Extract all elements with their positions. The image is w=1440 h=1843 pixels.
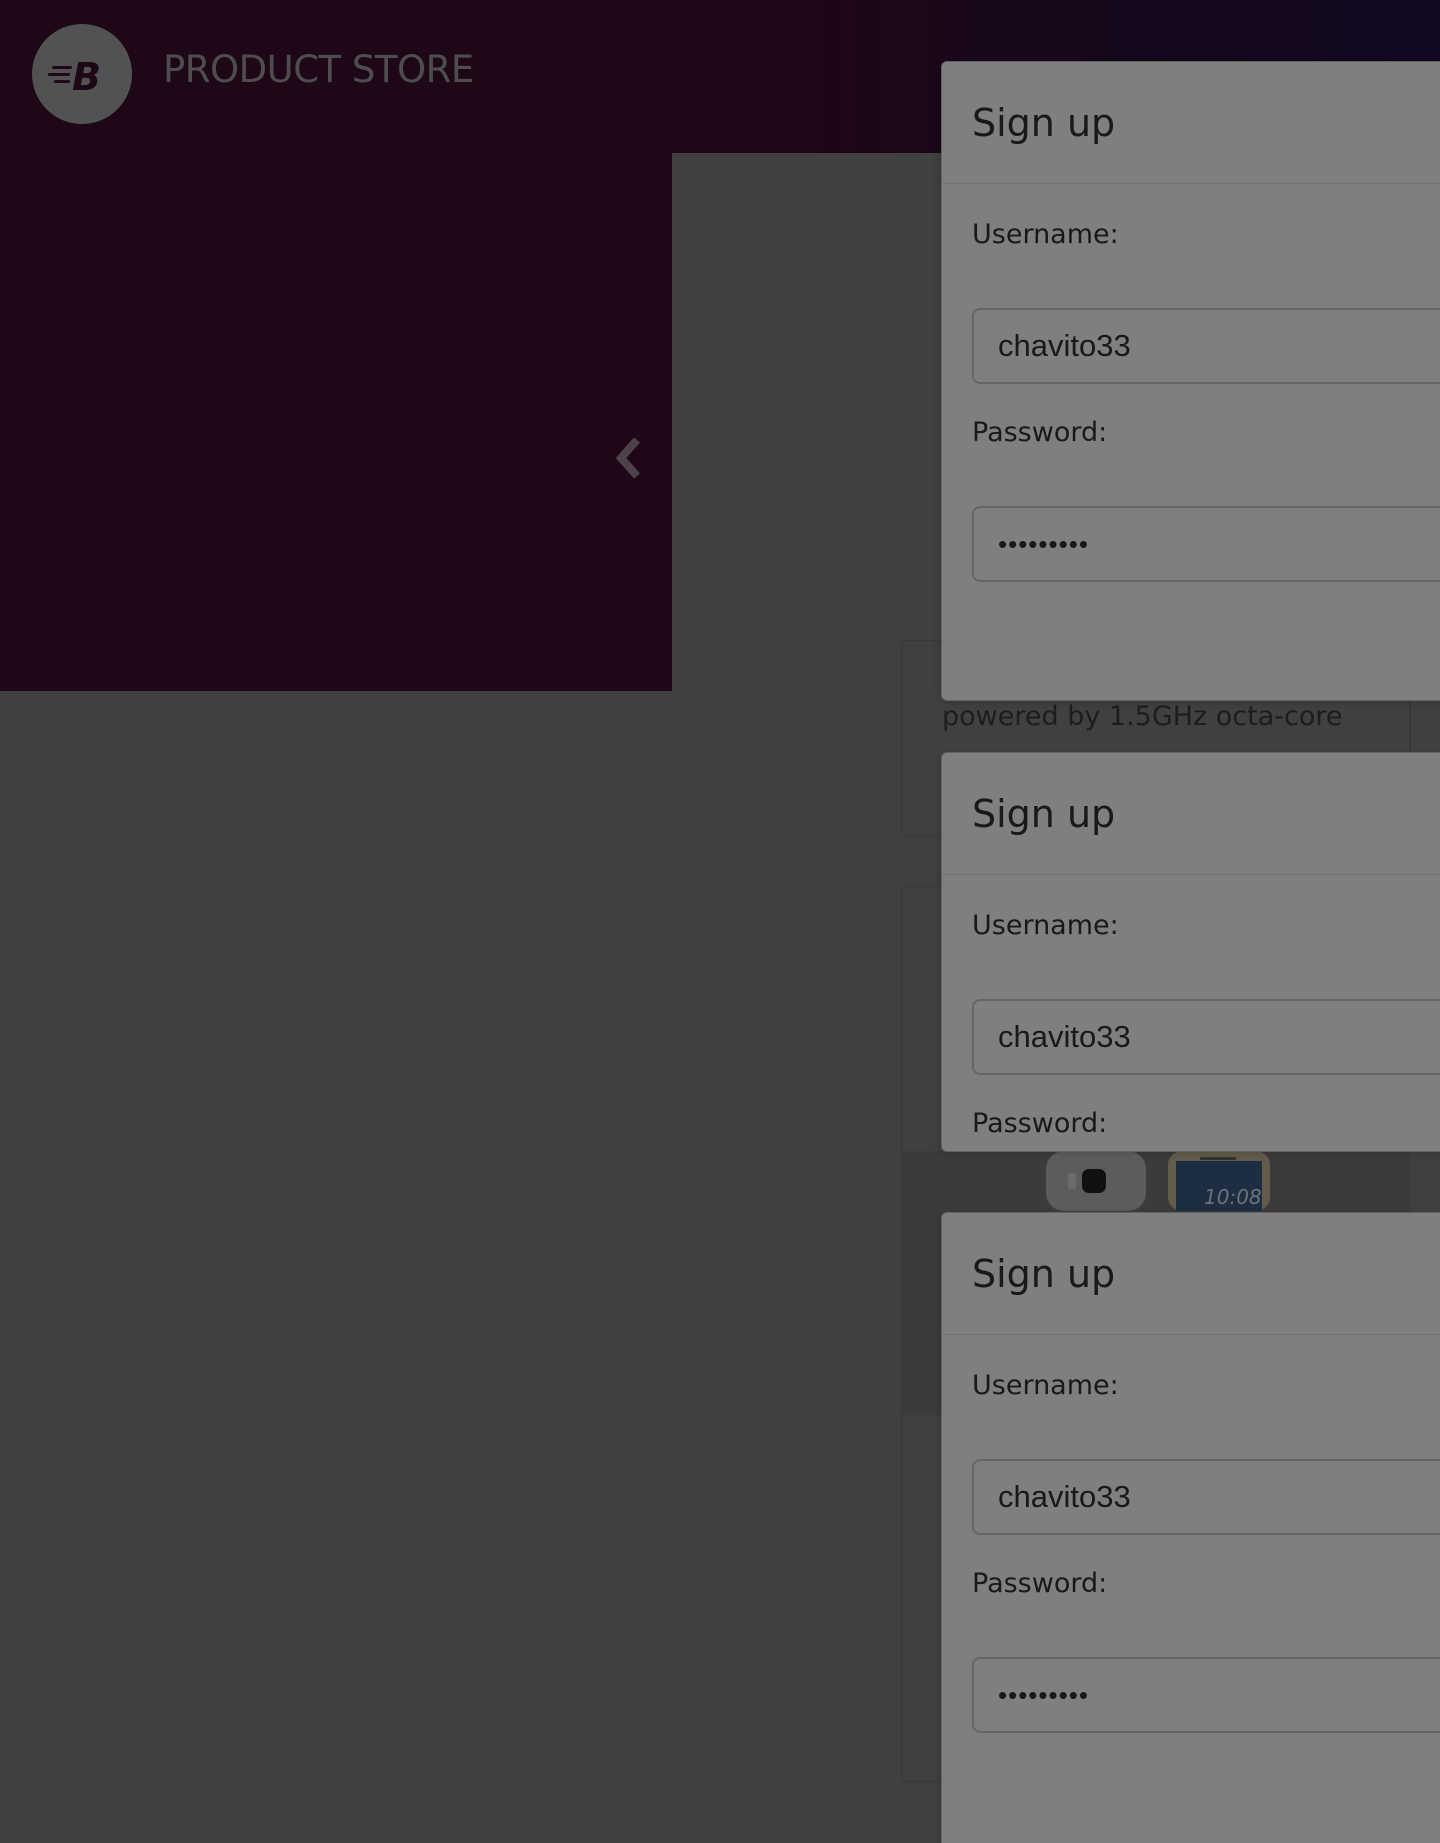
signup-modal: Sign up Username: Password:	[941, 1212, 1440, 1843]
username-label: Username:	[972, 910, 1119, 941]
svg-text:B: B	[72, 55, 101, 99]
username-input[interactable]	[972, 308, 1440, 384]
password-input[interactable]	[972, 1657, 1440, 1733]
modal-body: Username: Password:	[942, 1371, 1440, 1733]
password-label: Password:	[972, 1108, 1108, 1139]
modal-body: Username: Password:	[942, 220, 1440, 582]
modal-title: Sign up	[972, 791, 1116, 836]
username-input[interactable]	[972, 999, 1440, 1075]
modal-title: Sign up	[972, 100, 1116, 145]
modal-header: Sign up	[942, 62, 1440, 184]
modal-body: Username: Password:	[942, 911, 1440, 1139]
username-label: Username:	[972, 219, 1119, 250]
product-description: powered by 1.5GHz octa-core	[942, 701, 1343, 732]
svg-text:10:08: 10:08	[1204, 1185, 1262, 1209]
chevron-left-icon	[615, 437, 640, 479]
username-input[interactable]	[972, 1459, 1440, 1535]
password-input[interactable]	[972, 506, 1440, 582]
password-label: Password:	[972, 1568, 1108, 1599]
carousel-prev-button[interactable]	[608, 433, 648, 483]
store-logo[interactable]: B	[32, 24, 132, 124]
password-label: Password:	[972, 417, 1108, 448]
brand-logo-icon: B	[48, 55, 101, 99]
username-label: Username:	[972, 1370, 1119, 1401]
modal-title: Sign up	[972, 1251, 1116, 1296]
modal-header: Sign up	[942, 1213, 1440, 1335]
brand-name[interactable]: PRODUCT STORE	[163, 48, 474, 91]
signup-modal: Sign up Username: Password:	[941, 61, 1440, 701]
signup-modal: Sign up Username: Password:	[941, 752, 1440, 1152]
modal-header: Sign up	[942, 753, 1440, 875]
